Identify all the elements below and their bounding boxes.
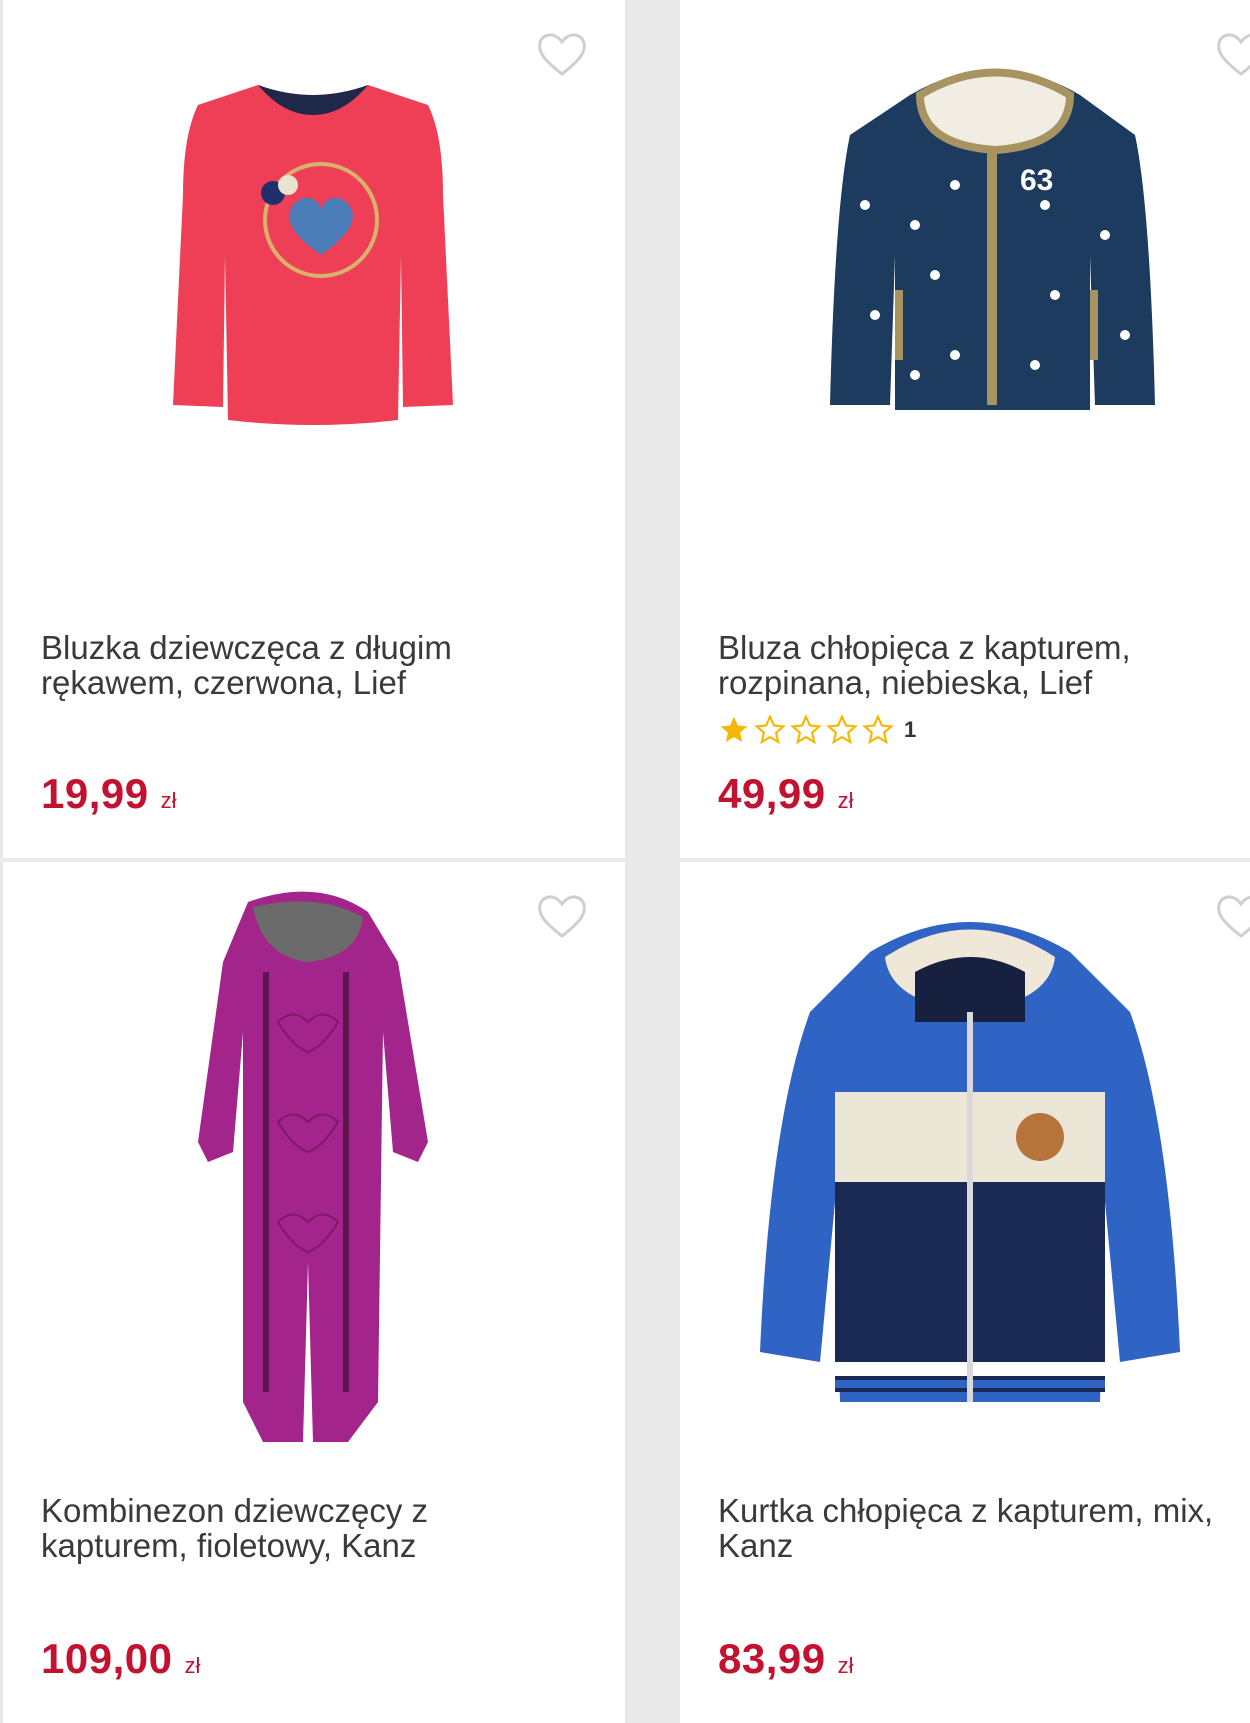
star-empty-icon: [790, 714, 822, 745]
product-price: 49,99 zł: [718, 770, 854, 818]
wishlist-heart-icon[interactable]: [1215, 892, 1250, 940]
product-card[interactable]: 63 Bluza chłopięca z kapturem, rozpinana…: [680, 0, 1250, 858]
product-price: 19,99 zł: [41, 770, 177, 818]
price-value: 19,99: [41, 770, 149, 817]
price-value: 109,00: [41, 1635, 173, 1682]
red-long-sleeve-top-image[interactable]: [143, 75, 483, 425]
price-value: 49,99: [718, 770, 826, 817]
product-title[interactable]: Bluza chłopięca z kapturem, rozpinana, n…: [718, 630, 1238, 700]
product-title[interactable]: Bluzka dziewczęca z długim rękawem, czer…: [41, 630, 561, 700]
price-currency: zł: [160, 788, 177, 813]
price-value: 83,99: [718, 1635, 826, 1682]
blue-puffer-jacket-image[interactable]: [750, 902, 1190, 1412]
wishlist-heart-icon[interactable]: [536, 892, 588, 940]
rating-stars: 1: [718, 713, 916, 747]
star-empty-icon: [862, 714, 894, 745]
star-empty-icon: [754, 714, 786, 745]
price-currency: zł: [837, 788, 854, 813]
product-card[interactable]: Kombinezon dziewczęcy z kapturem, fiolet…: [3, 862, 625, 1723]
product-card[interactable]: Bluzka dziewczęca z długim rękawem, czer…: [3, 0, 625, 858]
wishlist-heart-icon[interactable]: [1215, 30, 1250, 78]
product-title[interactable]: Kombinezon dziewczęcy z kapturem, fiolet…: [41, 1493, 561, 1563]
purple-snowsuit-image[interactable]: [168, 882, 468, 1482]
price-currency: zł: [837, 1653, 854, 1678]
svg-text:63: 63: [1020, 164, 1053, 197]
star-filled-icon: [720, 716, 748, 742]
product-title[interactable]: Kurtka chłopięca z kapturem, mix, Kanz: [718, 1493, 1238, 1563]
navy-star-hoodie-image[interactable]: 63: [805, 55, 1180, 415]
wishlist-heart-icon[interactable]: [536, 30, 588, 78]
star-empty-icon: [826, 714, 858, 745]
rating-count: 1: [904, 717, 917, 742]
product-price: 109,00 zł: [41, 1635, 200, 1683]
product-card[interactable]: Kurtka chłopięca z kapturem, mix, Kanz 8…: [680, 862, 1250, 1723]
product-price: 83,99 zł: [718, 1635, 854, 1683]
price-currency: zł: [184, 1653, 201, 1678]
